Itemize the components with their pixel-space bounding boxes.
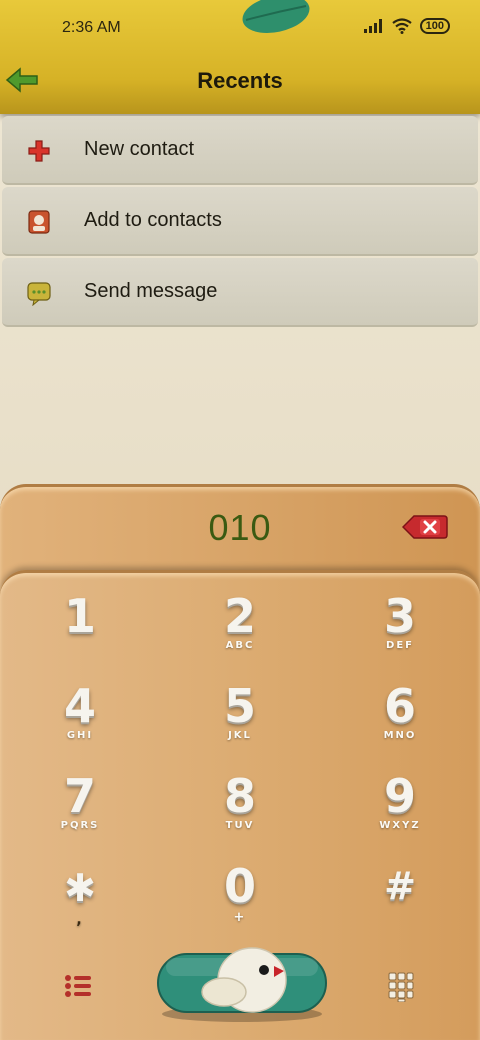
key-7[interactable]: 7 PQRS — [20, 772, 140, 852]
key-digit: # — [384, 864, 416, 908]
menu-item-new-contact[interactable]: New contact — [2, 116, 478, 185]
status-time: 2:36 AM — [62, 19, 121, 36]
key-hash[interactable]: # — [340, 862, 460, 942]
key-digit: 1 — [63, 589, 96, 643]
message-icon — [27, 282, 51, 306]
dialpad-toggle-icon[interactable] — [388, 972, 414, 1002]
key-letters: JKL — [228, 730, 252, 741]
key-letters: + — [233, 910, 247, 925]
menu-item-label: Add to contacts — [84, 209, 222, 231]
key-digit: 5 — [223, 679, 256, 733]
key-letters: WXYZ — [379, 820, 421, 831]
key-letters: DEF — [386, 640, 414, 651]
menu-item-label: Send message — [84, 280, 218, 302]
key-digit: 3 — [383, 589, 416, 643]
key-5[interactable]: 5 JKL — [180, 682, 300, 762]
battery-indicator: 100 — [419, 18, 450, 34]
plus-icon — [28, 140, 50, 162]
key-letters: MNO — [383, 730, 417, 741]
key-1[interactable]: 1 — [20, 592, 140, 672]
key-6[interactable]: 6 MNO — [340, 682, 460, 762]
page-title: Recents — [197, 68, 283, 93]
contact-card-icon — [28, 210, 50, 234]
key-4[interactable]: 4 GHI — [20, 682, 140, 762]
key-letters: , — [76, 912, 84, 928]
key-8[interactable]: 8 TUV — [180, 772, 300, 852]
key-digit: 4 — [63, 679, 96, 733]
backspace-icon[interactable] — [402, 514, 448, 540]
key-2[interactable]: 2 ABC — [180, 592, 300, 672]
key-digit: ✱ — [64, 866, 96, 910]
wifi-icon — [391, 18, 412, 34]
key-letters: PQRS — [60, 820, 100, 831]
status-icons: 100 — [363, 18, 450, 34]
menu-item-send-message[interactable]: Send message — [2, 258, 478, 327]
call-button[interactable] — [156, 944, 328, 1024]
menu-item-label: New contact — [84, 138, 195, 160]
key-digit: 2 — [223, 589, 256, 643]
key-letters: TUV — [225, 820, 255, 831]
key-0[interactable]: 0 + — [180, 862, 300, 942]
leaf-decoration-icon — [242, 0, 310, 33]
key-letters: GHI — [66, 730, 94, 741]
key-digit: 9 — [383, 769, 416, 823]
key-digit: 0 — [223, 859, 256, 913]
signal-icon — [363, 19, 382, 33]
key-digit: 6 — [383, 679, 416, 733]
key-3[interactable]: 3 DEF — [340, 592, 460, 672]
call-log-list-icon[interactable] — [64, 974, 92, 998]
key-9[interactable]: 9 WXYZ — [340, 772, 460, 852]
menu-item-add-to-contacts[interactable]: Add to contacts — [2, 187, 478, 256]
key-digit: 8 — [223, 769, 256, 823]
key-star[interactable]: ✱ , — [20, 864, 140, 944]
recents-menu: New contact Add to contacts Send message — [0, 116, 480, 329]
key-letters: ABC — [225, 640, 255, 651]
app-header: 2:36 AM 100 Recents — [0, 0, 480, 114]
key-digit: 7 — [63, 769, 96, 823]
